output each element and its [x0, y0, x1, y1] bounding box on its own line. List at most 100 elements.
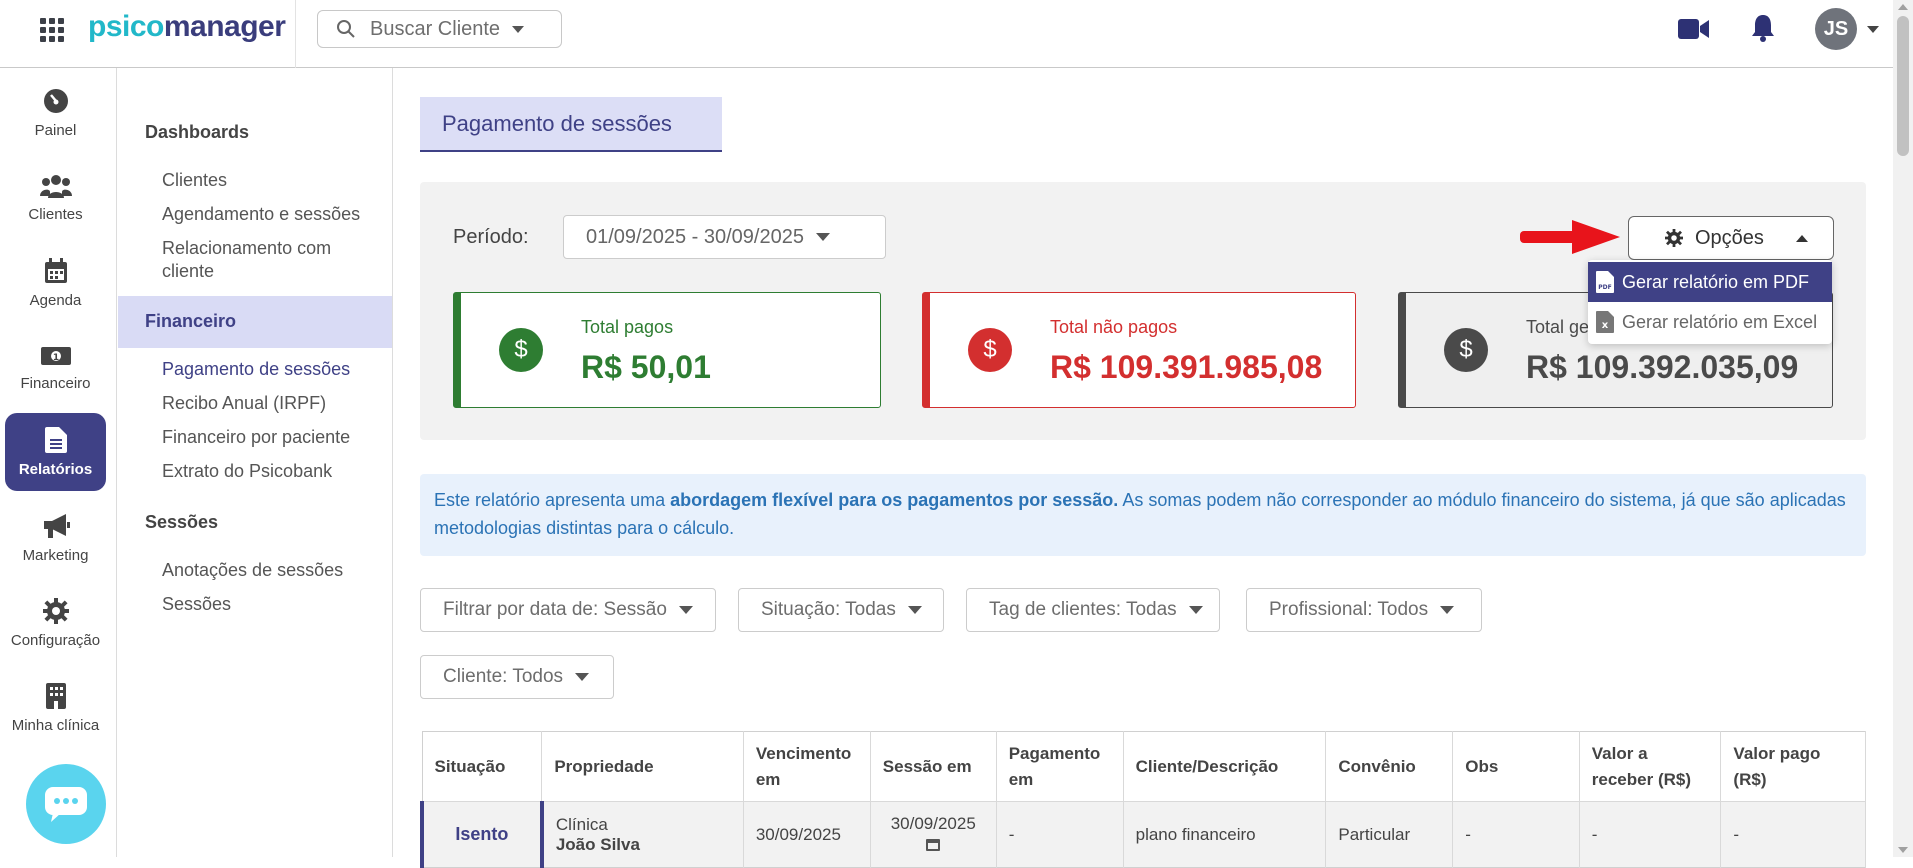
menu-item-pdf[interactable]: PDF Gerar relatório em PDF [1588, 262, 1832, 302]
subnav-agendamento[interactable]: Agendamento e sessões [162, 203, 387, 226]
cell-convenio: Particular [1325, 801, 1454, 868]
building-icon [45, 682, 66, 709]
dollar-icon: $ [1444, 328, 1488, 372]
dollar-icon: $ [968, 328, 1012, 372]
scroll-down-icon[interactable] [1898, 847, 1908, 853]
cell-obs: - [1452, 801, 1580, 868]
excel-file-icon: x [1596, 311, 1614, 333]
chevron-up-icon [1795, 234, 1808, 242]
chevron-down-icon [678, 606, 693, 614]
col-sessao[interactable]: Sessão em [870, 731, 997, 802]
col-situacao[interactable]: Situação [422, 731, 543, 802]
rail-item-relatorios[interactable]: Relatórios [5, 413, 106, 491]
cell-vencimento: 30/09/2025 [743, 801, 871, 868]
gauge-icon [43, 88, 68, 113]
chevron-down-icon[interactable] [1867, 26, 1879, 33]
dollar-icon: $ [499, 328, 543, 372]
top-bar: psicomanager Buscar Cliente JS [0, 0, 1893, 68]
subnav-anotacoes[interactable]: Anotações de sessões [162, 559, 387, 582]
summary-panel: Período: 01/09/2025 - 30/09/2025 Opções … [420, 182, 1866, 440]
svg-text:1: 1 [52, 353, 58, 363]
rail-item-configuracao[interactable]: Configuração [5, 584, 106, 662]
chevron-down-icon [512, 25, 525, 33]
rail-item-minha-clinica[interactable]: Minha clínica [5, 669, 106, 747]
menu-item-excel[interactable]: x Gerar relatório em Excel [1588, 302, 1832, 342]
opcoes-button[interactable]: Opções [1628, 216, 1834, 260]
chevron-down-icon [1440, 606, 1455, 614]
rail-item-painel[interactable]: Painel [5, 74, 106, 152]
periodo-label: Período: [453, 226, 529, 248]
cell-valor-receber: - [1579, 801, 1722, 868]
chevron-down-icon [815, 233, 830, 241]
scroll-up-icon[interactable] [1898, 4, 1908, 10]
filter-profissional-dropdown[interactable]: Profissional: Todos [1246, 588, 1482, 632]
opcoes-dropdown-menu: PDF Gerar relatório em PDF x Gerar relat… [1588, 260, 1832, 344]
section-financeiro[interactable]: Financeiro [118, 296, 392, 348]
search-client-dropdown[interactable]: Buscar Cliente [317, 10, 562, 48]
payments-table: Situação Propriedade Vencimento em Sessã… [420, 731, 1866, 868]
money-icon: 1 [40, 346, 71, 365]
cell-propriedade: Clínica João Silva [539, 801, 744, 868]
subnav-clientes[interactable]: Clientes [162, 169, 387, 192]
cell-situacao: Isento [420, 801, 543, 868]
logo[interactable]: psicomanager [88, 10, 286, 44]
chevron-down-icon [1188, 606, 1203, 614]
sub-navigation: Dashboards Clientes Agendamento e sessõe… [118, 68, 393, 857]
col-cliente[interactable]: Cliente/Descrição [1123, 731, 1327, 802]
search-placeholder: Buscar Cliente [370, 17, 501, 40]
svg-text:PDF: PDF [1598, 284, 1611, 291]
filter-situacao-dropdown[interactable]: Situação: Todas [738, 588, 944, 632]
col-pagamento[interactable]: Pagamento em [996, 731, 1124, 802]
gear-icon [1665, 229, 1683, 247]
calendar-icon[interactable] [926, 837, 941, 851]
scrollbar[interactable] [1893, 0, 1913, 857]
subnav-extrato-psicobank[interactable]: Extrato do Psicobank [162, 460, 387, 483]
table-header-row: Situação Propriedade Vencimento em Sessã… [422, 731, 1866, 802]
col-vencimento[interactable]: Vencimento em [743, 731, 871, 802]
cell-cliente: plano financeiro [1123, 801, 1327, 868]
filter-data-dropdown[interactable]: Filtrar por data de: Sessão [420, 588, 716, 632]
rail-item-financeiro[interactable]: 1 Financeiro [5, 329, 106, 407]
info-banner: Este relatório apresenta uma abordagem f… [420, 474, 1866, 556]
bell-icon[interactable] [1750, 13, 1776, 43]
rail-item-clientes[interactable]: Clientes [5, 159, 106, 237]
subnav-recibo-anual[interactable]: Recibo Anual (IRPF) [162, 392, 387, 415]
pdf-file-icon: PDF [1596, 271, 1614, 293]
card-total-nao-pagos: $ Total não pagos R$ 109.391.985,08 [922, 292, 1356, 408]
periodo-dropdown[interactable]: 01/09/2025 - 30/09/2025 [563, 215, 886, 259]
col-valor-pago[interactable]: Valor pago (R$) [1720, 731, 1866, 802]
cell-pagamento: - [996, 801, 1124, 868]
filter-cliente-dropdown[interactable]: Cliente: Todos [420, 655, 614, 699]
left-rail: Painel Clientes Agenda 1 Financeiro Rela… [0, 68, 117, 857]
subnav-sessoes[interactable]: Sessões [162, 593, 387, 616]
chevron-down-icon [575, 673, 590, 681]
subnav-pagamento-sessoes[interactable]: Pagamento de sessões [162, 358, 387, 381]
subnav-financeiro-paciente[interactable]: Financeiro por paciente [162, 426, 387, 449]
col-propriedade[interactable]: Propriedade [541, 731, 744, 802]
table-row[interactable]: Isento Clínica João Silva 30/09/2025 30/… [420, 801, 1866, 868]
scrollbar-thumb[interactable] [1897, 16, 1909, 156]
avatar[interactable]: JS [1815, 8, 1857, 50]
report-icon [44, 426, 67, 453]
col-convenio[interactable]: Convênio [1325, 731, 1454, 802]
chat-button[interactable] [26, 764, 106, 844]
gear-icon [42, 597, 69, 624]
search-icon [337, 20, 355, 38]
megaphone-icon [43, 513, 70, 538]
red-arrow-icon [1520, 220, 1620, 254]
section-sessoes: Sessões [145, 512, 219, 532]
apps-grid-icon[interactable] [40, 18, 64, 42]
users-icon [39, 174, 72, 198]
video-camera-icon[interactable] [1678, 18, 1710, 40]
section-dashboards: Dashboards [145, 122, 250, 142]
rail-item-marketing[interactable]: Marketing [5, 499, 106, 577]
subnav-relacionamento[interactable]: Relacionamento com cliente [162, 237, 387, 283]
col-valor-receber[interactable]: Valor a receber (R$) [1579, 731, 1722, 802]
divider [295, 0, 296, 68]
chat-icon [45, 787, 87, 822]
calendar-icon [44, 257, 67, 283]
filter-tag-dropdown[interactable]: Tag de clientes: Todas [966, 588, 1220, 632]
svg-text:x: x [1602, 320, 1609, 331]
rail-item-agenda[interactable]: Agenda [5, 244, 106, 322]
col-obs[interactable]: Obs [1452, 731, 1580, 802]
